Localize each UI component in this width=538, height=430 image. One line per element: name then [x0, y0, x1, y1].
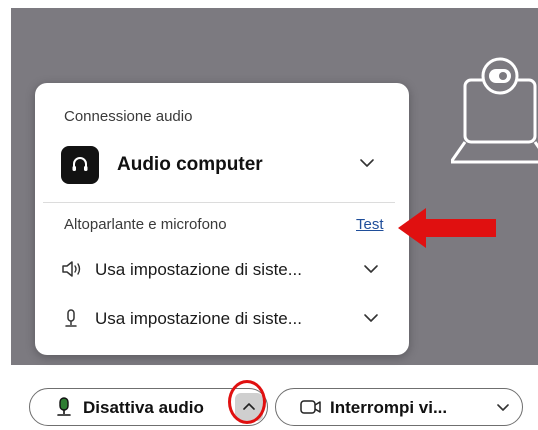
microphone-icon [65, 309, 77, 327]
meeting-toolbar: Disattiva audio Interrompi vi... [0, 375, 538, 430]
mute-audio-label: Disattiva audio [83, 398, 204, 417]
audio-source-label: Audio computer [117, 154, 263, 175]
microphone-setting-label: Usa impostazione di siste... [95, 309, 302, 328]
microphone-icon [57, 397, 71, 416]
speaker-setting-label: Usa impostazione di siste... [95, 260, 302, 279]
red-arrow-annotation [398, 208, 496, 248]
panel-divider [43, 202, 395, 203]
speaker-dropdown[interactable]: Usa impostazione di siste... [61, 257, 383, 283]
stop-video-button[interactable]: Interrompi vi... [275, 388, 523, 426]
chevron-down-icon [364, 314, 378, 322]
headset-icon [61, 146, 99, 184]
audio-connection-label: Connessione audio [64, 108, 193, 125]
audio-connection-panel: Connessione audio Audio computer Altopar… [35, 83, 409, 355]
audio-source-dropdown[interactable]: Audio computer [61, 144, 383, 184]
chevron-down-icon [364, 265, 378, 273]
red-circle-annotation [228, 380, 266, 424]
speaker-icon [62, 261, 81, 277]
speaker-microphone-label: Altoparlante e microfono [64, 216, 227, 233]
chevron-down-icon [360, 159, 374, 167]
stop-video-label: Interrompi vi... [330, 398, 448, 417]
test-audio-link[interactable]: Test [356, 216, 384, 233]
meeting-stage: Connessione audio Audio computer Altopar… [0, 0, 538, 375]
chevron-down-icon[interactable] [496, 403, 510, 413]
video-camera-icon [300, 400, 321, 414]
laptop-camera-icon [451, 57, 538, 164]
microphone-dropdown[interactable]: Usa impostazione di siste... [61, 306, 383, 332]
